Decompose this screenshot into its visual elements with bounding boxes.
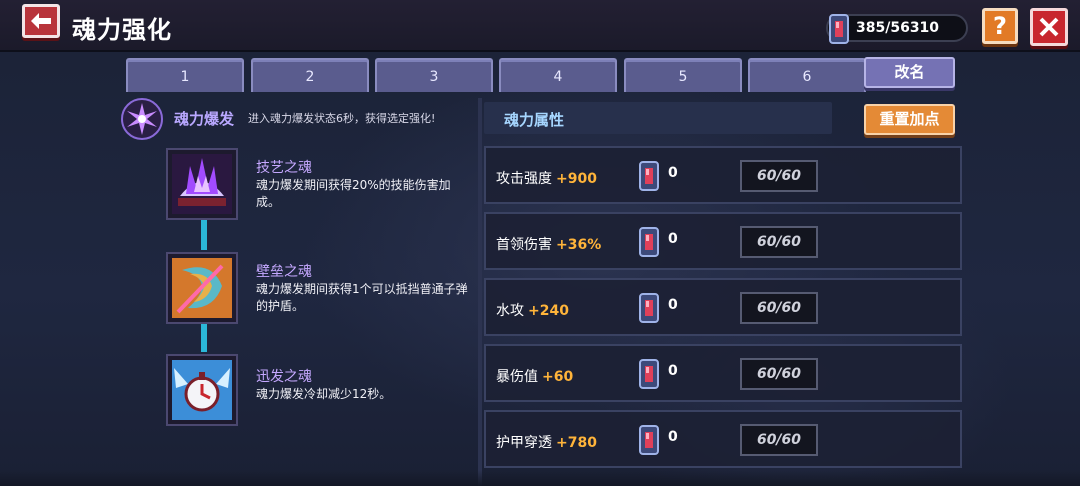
attribute-row[interactable]: 水攻 +240 0 60/60 xyxy=(484,278,962,336)
attribute-gem-count: 0 xyxy=(668,231,678,247)
panel-divider xyxy=(478,98,482,486)
close-button[interactable] xyxy=(1030,8,1068,46)
tab-3[interactable]: 3 xyxy=(375,58,493,92)
rename-button[interactable]: 改名 xyxy=(864,57,955,88)
help-button[interactable]: ? xyxy=(982,8,1018,44)
attribute-name: 首领伤害 xyxy=(496,237,552,253)
attribute-level: 60/60 xyxy=(740,292,818,324)
soul-description: 魂力爆发冷却减少12秒。 xyxy=(256,387,392,401)
attribute-bonus: +36% xyxy=(556,237,602,253)
page-title: 魂力强化 xyxy=(72,16,172,44)
soul-burst-description: 进入魂力爆发状态6秒，获得选定强化! xyxy=(248,112,436,125)
attribute-level: 60/60 xyxy=(740,424,818,456)
attribute-bonus: +900 xyxy=(556,171,597,187)
tab-1[interactable]: 1 xyxy=(126,58,244,92)
attribute-bonus: +780 xyxy=(556,435,597,451)
reset-points-button[interactable]: 重置加点 xyxy=(864,104,955,135)
skill-soul-icon[interactable] xyxy=(166,148,238,220)
attribute-row[interactable]: 护甲穿透 +780 0 60/60 xyxy=(484,410,962,468)
attribute-level: 60/60 xyxy=(740,358,818,390)
close-icon xyxy=(1039,17,1059,37)
attribute-row[interactable]: 首领伤害 +36% 0 60/60 xyxy=(484,212,962,270)
top-bar: 魂力强化 385/56310 ? xyxy=(0,0,1080,52)
attribute-bonus: +240 xyxy=(528,303,569,319)
arrow-left-icon xyxy=(31,13,51,29)
attribute-row[interactable]: 暴伤值 +60 0 60/60 xyxy=(484,344,962,402)
attributes-header: 魂力属性 xyxy=(484,102,832,134)
soul-gem-icon xyxy=(829,14,849,44)
soul-burst-title: 魂力爆发 xyxy=(174,110,235,128)
attribute-name: 攻击强度 xyxy=(496,171,552,187)
attribute-gem-count: 0 xyxy=(668,297,678,313)
attribute-level: 60/60 xyxy=(740,226,818,258)
swift-soul-icon[interactable] xyxy=(166,354,238,426)
soul-description: 魂力爆发期间获得1个可以抵挡普通子弹的护盾。 xyxy=(256,282,468,313)
tab-6[interactable]: 6 xyxy=(748,58,866,92)
soul-name: 迅发之魂 xyxy=(256,369,312,385)
soul-gem-icon xyxy=(639,227,659,257)
attribute-gem-count: 0 xyxy=(668,429,678,445)
back-button[interactable] xyxy=(22,4,60,38)
attribute-level: 60/60 xyxy=(740,160,818,192)
attributes-header-label: 魂力属性 xyxy=(504,111,565,129)
currency-value: 385/56310 xyxy=(856,20,940,36)
soul-description: 魂力爆发期间获得20%的技能伤害加成。 xyxy=(256,178,451,209)
soul-connector xyxy=(201,322,207,352)
tab-2[interactable]: 2 xyxy=(251,58,369,92)
soul-name: 技艺之魂 xyxy=(256,160,312,176)
soul-gem-icon xyxy=(639,425,659,455)
barrier-soul-icon[interactable] xyxy=(166,252,238,324)
currency-display: 385/56310 xyxy=(826,14,968,44)
attribute-gem-count: 0 xyxy=(668,165,678,181)
soul-burst-icon xyxy=(121,98,163,140)
attribute-bonus: +60 xyxy=(542,369,574,385)
soul-connector xyxy=(201,220,207,250)
soul-gem-icon xyxy=(639,293,659,323)
attribute-row[interactable]: 攻击强度 +900 0 60/60 xyxy=(484,146,962,204)
tab-4[interactable]: 4 xyxy=(499,58,617,92)
attribute-name: 护甲穿透 xyxy=(496,435,552,451)
soul-name: 壁垒之魂 xyxy=(256,264,312,280)
soul-gem-icon xyxy=(639,161,659,191)
soul-gem-icon xyxy=(639,359,659,389)
attribute-gem-count: 0 xyxy=(668,363,678,379)
attribute-name: 暴伤值 xyxy=(496,369,538,385)
tab-5[interactable]: 5 xyxy=(624,58,742,92)
bottom-edge xyxy=(0,470,1080,486)
attribute-name: 水攻 xyxy=(496,303,524,319)
